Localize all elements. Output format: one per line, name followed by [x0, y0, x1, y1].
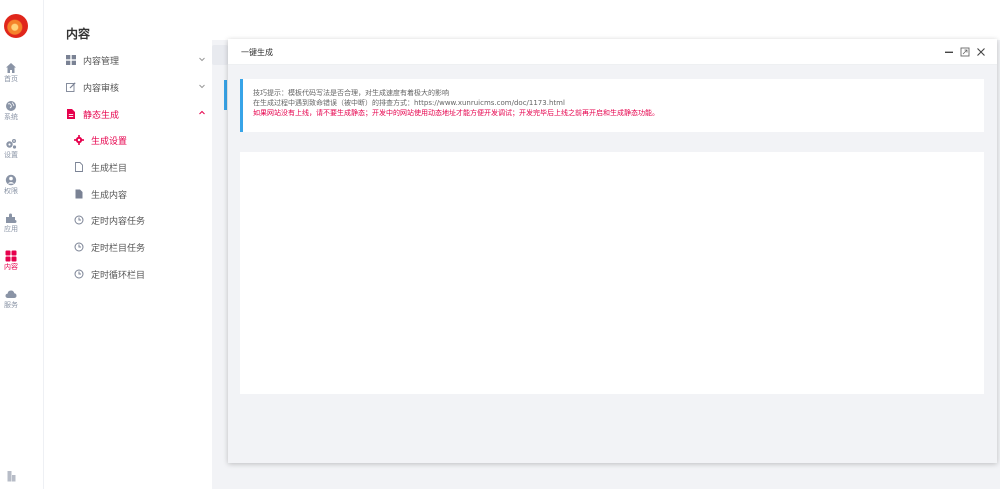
- gear-icon: [74, 135, 84, 145]
- menu-label: 生成设置: [91, 136, 128, 147]
- rail-item-system[interactable]: 系统: [0, 100, 22, 122]
- menu-label: 内容审核: [83, 83, 120, 94]
- file-icon: [67, 109, 75, 119]
- chevron-down-icon: [199, 57, 205, 62]
- gears-icon: [6, 139, 17, 149]
- menu-static-gen[interactable]: 静态生成: [66, 104, 206, 124]
- rail-label: 设置: [4, 151, 18, 159]
- puzzle-icon: [6, 213, 17, 223]
- tip-line: 技巧提示：模板代码写法是否合理，对生成速度有着极大的影响: [253, 89, 449, 97]
- globe-icon: [6, 101, 16, 111]
- clock-icon: [74, 215, 84, 225]
- home-icon: [6, 63, 16, 73]
- icon-rail: 首页 系统 设置 权限 应用 内容 服务: [0, 0, 44, 489]
- submenu-title: 内容: [66, 27, 91, 41]
- clock-icon: [74, 242, 84, 252]
- dialog-header: 一键生成: [228, 39, 997, 65]
- menu-gen-content[interactable]: 生成内容: [74, 184, 206, 204]
- menu-timed-loop[interactable]: 定时循环栏目: [74, 264, 206, 284]
- building-icon[interactable]: [7, 470, 16, 482]
- menu-label: 定时内容任务: [91, 216, 146, 227]
- chevron-up-icon: [199, 110, 205, 115]
- file-outline-icon: [75, 162, 83, 172]
- cloud-icon: [5, 290, 17, 298]
- rail-item-service[interactable]: 服务: [0, 288, 22, 310]
- menu-label: 静态生成: [83, 110, 120, 121]
- top-bar: [212, 0, 1000, 40]
- rail-label: 内容: [4, 263, 18, 271]
- menu-timed-content[interactable]: 定时内容任务: [74, 210, 206, 230]
- clock-icon: [74, 269, 84, 279]
- rail-label: 系统: [4, 113, 18, 121]
- chevron-down-icon: [199, 84, 205, 89]
- generate-panel: [240, 152, 984, 394]
- rail-label: 首页: [4, 75, 18, 83]
- dialog-title: 一键生成: [241, 48, 273, 57]
- background-accent: [224, 80, 227, 110]
- menu-content-review[interactable]: 内容审核: [66, 77, 206, 97]
- menu-content-manage[interactable]: 内容管理: [66, 50, 206, 70]
- rail-item-content[interactable]: 内容: [0, 250, 22, 272]
- background-tab: [212, 45, 228, 65]
- app-logo[interactable]: [4, 14, 28, 38]
- menu-gen-settings[interactable]: 生成设置: [74, 130, 206, 150]
- rail-item-settings[interactable]: 设置: [0, 138, 22, 160]
- grid-icon: [5, 250, 17, 262]
- rail-item-permissions[interactable]: 权限: [0, 174, 22, 196]
- menu-label: 定时循环栏目: [91, 270, 146, 281]
- menu-label: 定时栏目任务: [91, 243, 146, 254]
- user-icon: [5, 174, 17, 186]
- close-icon[interactable]: [976, 47, 986, 57]
- content-submenu: 内容 内容管理 内容审核 静态生成 生成设置 生成栏目 生成内容 定时内容任务 …: [44, 0, 212, 489]
- generate-dialog: 一键生成 技巧提示：模板代码写法是否合理，对生成速度有着极大的影响 在生成过程中…: [228, 39, 997, 463]
- rail-item-home[interactable]: 首页: [0, 62, 22, 84]
- menu-label: 生成内容: [91, 190, 128, 201]
- tip-note: 技巧提示：模板代码写法是否合理，对生成速度有着极大的影响 在生成过程中遇到致命错…: [240, 79, 984, 132]
- rail-label: 应用: [4, 225, 18, 233]
- menu-label: 生成栏目: [91, 163, 128, 174]
- grid-icon: [66, 55, 76, 65]
- rail-label: 权限: [4, 187, 18, 195]
- menu-gen-category[interactable]: 生成栏目: [74, 157, 206, 177]
- tip-warning: 如果网站没有上线，请不要生成静态；开发中的网站使用动态地址才能方便开发调试；开发…: [253, 109, 659, 117]
- menu-label: 内容管理: [83, 56, 120, 67]
- tip-line-doc-link: 在生成过程中遇到致命错误（被中断）的排查方式：https://www.xunru…: [253, 99, 565, 107]
- edit-icon: [66, 82, 76, 92]
- file-icon: [75, 189, 83, 199]
- rail-label: 服务: [4, 301, 18, 309]
- rail-item-apps[interactable]: 应用: [0, 212, 22, 234]
- minimize-icon[interactable]: [944, 47, 954, 57]
- menu-timed-category[interactable]: 定时栏目任务: [74, 237, 206, 257]
- maximize-icon[interactable]: [960, 47, 970, 57]
